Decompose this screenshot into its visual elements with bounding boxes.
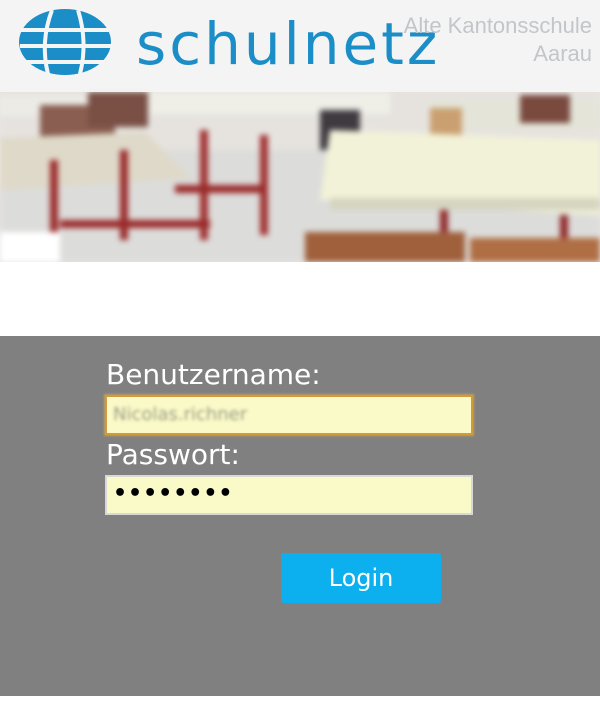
username-input[interactable]: Nicolas.richner [105, 395, 473, 435]
hero-banner: schulnetz Alte Kantonsschule Aarau [0, 0, 600, 262]
globe-logo-icon[interactable] [18, 8, 112, 76]
password-value: •••••••• [113, 481, 234, 506]
school-name-line1: Alte Kantonsschule [403, 13, 592, 38]
password-label: Passwort: [106, 438, 240, 471]
header-bar: schulnetz Alte Kantonsschule Aarau [0, 0, 600, 92]
school-name: Alte Kantonsschule Aarau [404, 12, 592, 68]
username-value: Nicolas.richner [113, 404, 248, 425]
login-form: Benutzername: Nicolas.richner Passwort: … [0, 336, 600, 696]
login-button[interactable]: Login [281, 553, 441, 603]
login-page: schulnetz Alte Kantonsschule Aarau Benut… [0, 0, 600, 705]
username-label: Benutzername: [106, 358, 321, 391]
password-input[interactable]: •••••••• [105, 475, 473, 515]
school-name-line2: Aarau [533, 41, 592, 66]
schulnetz-wordmark: schulnetz [136, 10, 441, 78]
